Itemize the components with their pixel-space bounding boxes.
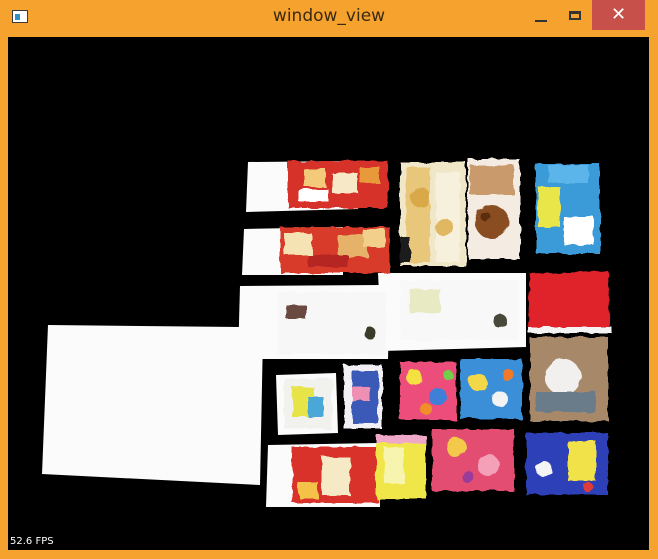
- large-white-surface: [42, 325, 263, 485]
- colorful-pack-b: [460, 359, 522, 419]
- blue-box: [536, 164, 600, 254]
- red-snack-box-second: [280, 227, 390, 273]
- blue-pink-pack: [344, 365, 382, 429]
- minimize-icon: [535, 20, 547, 22]
- small-yellow-card: [284, 379, 332, 429]
- minimize-button[interactable]: [526, 0, 556, 30]
- red-block: [528, 271, 612, 333]
- white-card-left: [278, 292, 386, 354]
- close-button[interactable]: ✕: [592, 0, 645, 30]
- cookie-box: [400, 162, 466, 266]
- app-window: window_view ✕ 52.6 FPS: [0, 0, 658, 559]
- title-bar[interactable]: window_view ✕: [0, 0, 658, 36]
- red-snack-box-top: [288, 161, 388, 208]
- point-cloud-viewport[interactable]: 52.6 FPS: [8, 37, 649, 550]
- blue-yellow-pack: [526, 433, 608, 495]
- maximize-icon: [569, 10, 581, 20]
- close-icon: ✕: [610, 4, 627, 25]
- maximize-button[interactable]: [560, 0, 590, 30]
- pink-pack: [432, 429, 514, 491]
- colorful-pack-a: [400, 362, 456, 420]
- brown-cookie-box: [468, 159, 520, 259]
- fps-counter: 52.6 FPS: [10, 536, 54, 547]
- white-card-right: [400, 280, 518, 340]
- point-cloud-render: [42, 159, 612, 507]
- yellow-pack: [376, 435, 426, 499]
- tan-box: [530, 337, 608, 421]
- red-pack-bottom: [292, 447, 378, 503]
